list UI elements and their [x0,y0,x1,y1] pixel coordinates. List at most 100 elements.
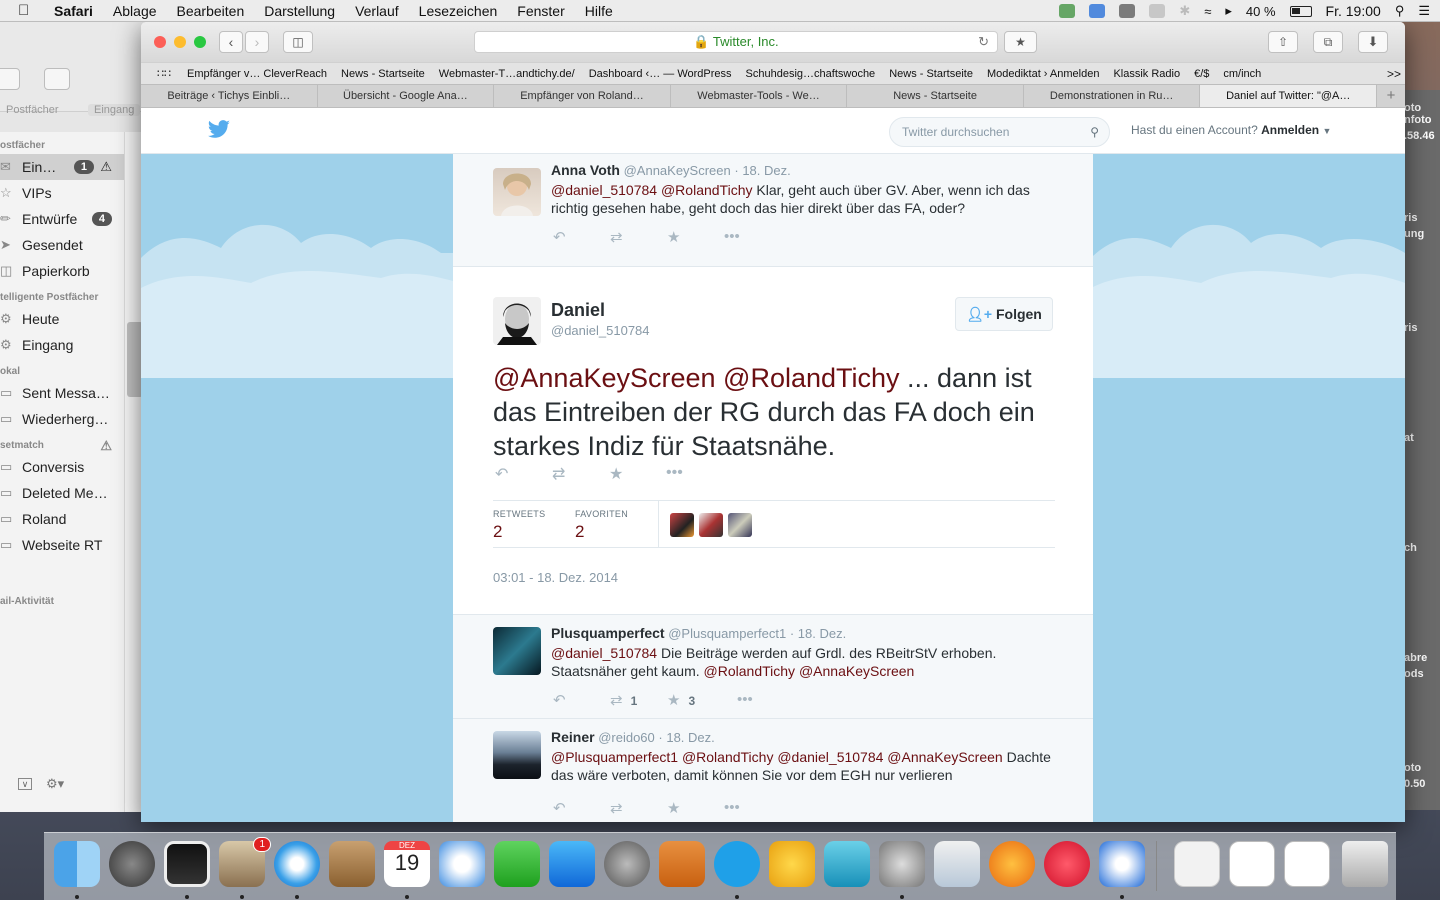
zoom-window-icon[interactable] [194,36,206,48]
mailbox-smart-inbox[interactable]: ⚙ Eingang [0,332,124,358]
mail-get-mail-icon[interactable] [0,68,20,90]
mailbox-sent[interactable]: ➤ Gesendet [0,232,124,258]
new-tab-button[interactable]: + [1377,85,1405,107]
downloads-button[interactable]: ⬇ [1358,31,1388,53]
caret-down-icon[interactable]: ▼ [1322,126,1331,136]
tabs-overview-button[interactable]: ⧉ [1313,31,1343,53]
retweet-icon[interactable]: ⇄ [610,228,667,246]
favorite-icon[interactable]: ★ [667,799,724,817]
mail-icon[interactable]: 1 [219,837,271,887]
battery-icon[interactable] [1289,5,1312,17]
itunes-icon[interactable] [1044,841,1090,887]
bookmark-item[interactable]: Modediktat › Anmelden [987,68,1100,80]
menu-hilfe[interactable]: Hilfe [585,3,613,19]
tweet-mentions[interactable]: @Plusquamperfect1 @RolandTichy @daniel_5… [551,749,1003,765]
avatar[interactable] [493,297,541,345]
download-status-icon[interactable] [1059,4,1076,18]
author-handle[interactable]: @Plusquamperfect1 [668,626,786,641]
author-handle[interactable]: @reido60 [598,730,655,745]
bookmarks-overflow-button[interactable]: >> [1387,67,1401,81]
reply-icon[interactable]: ↶ [495,464,552,484]
tweet-mentions[interactable]: @RolandTichy @AnnaKeyScreen [704,663,915,679]
wifi-icon[interactable]: ≈ [1204,4,1211,19]
reply-icon[interactable]: ↶ [553,799,610,817]
automator-icon[interactable] [879,841,925,887]
apple-menu-icon[interactable]:  [18,2,40,19]
mailbox-webseite[interactable]: ▭ Webseite RT [0,532,124,558]
follow-button[interactable]: 👤︎+ Folgen [955,297,1053,331]
minimize-window-icon[interactable] [174,36,186,48]
bookmark-item[interactable]: Dashboard ‹… — WordPress [589,68,732,80]
mail-add-icon[interactable]: ∨ [18,778,32,790]
bookmark-item[interactable]: Webmaster-T…andtichy.de/ [439,68,575,80]
favoriter-avatar[interactable] [699,513,723,537]
menu-bearbeiten[interactable]: Bearbeiten [177,3,245,19]
author-name[interactable]: Reiner [551,729,595,745]
bookmark-item[interactable]: Empfänger v… CleverReach [187,68,327,80]
gear-icon[interactable]: ⚙▾ [46,776,64,792]
mail-compose-icon[interactable] [44,68,70,90]
close-window-icon[interactable] [154,36,166,48]
skype-status-icon[interactable] [1119,4,1136,18]
mailbox-roland[interactable]: ▭ Roland [0,506,124,532]
favoriter-avatar[interactable] [728,513,752,537]
reply-tweet-plusquamperfect[interactable]: Plusquamperfect @Plusquamperfect1 · 18. … [453,615,1093,719]
system-preferences-icon[interactable] [604,841,650,887]
tab-google-analytics[interactable]: Übersicht - Google Ana… [318,85,495,107]
skype-icon[interactable] [714,841,760,887]
favorite-icon[interactable]: ★ 3 [667,691,737,709]
bookmark-item[interactable]: Klassik Radio [1113,68,1180,80]
menu-lesezeichen[interactable]: Lesezeichen [419,3,498,19]
back-button[interactable]: ‹ [219,31,243,53]
tweet-timestamp[interactable]: 03:01 - 18. Dez. 2014 [493,570,618,585]
retweet-icon[interactable]: ⇄ [610,799,667,817]
author-handle[interactable]: @AnnaKeyScreen [624,163,731,178]
favorite-icon[interactable]: ★ [667,228,724,246]
tweet-date[interactable]: · 18. Dez. [734,163,790,178]
menu-verlauf[interactable]: Verlauf [355,3,399,19]
mail-filter-mailboxes[interactable]: Postfächer [6,104,59,116]
reply-icon[interactable]: ↶ [553,228,610,246]
safari-icon[interactable] [274,841,320,887]
more-icon[interactable]: ••• [724,228,781,246]
time-machine-icon[interactable] [1149,4,1166,18]
tab-beitraege[interactable]: Beiträge ‹ Tichys Einbli… [141,85,318,107]
facetime-icon[interactable] [494,841,540,887]
menu-fenster[interactable]: Fenster [517,3,564,19]
document-icon[interactable] [1174,841,1220,887]
mailbox-today[interactable]: ⚙ Heute [0,306,124,332]
document-icon[interactable] [1229,841,1275,887]
address-bar[interactable]: 🔒 Twitter, Inc. ↻ [474,31,998,53]
more-icon[interactable]: ••• [724,799,781,817]
author-name[interactable]: Daniel [551,300,605,321]
reply-icon[interactable]: ↶ [553,691,610,709]
teamviewer-icon[interactable] [1099,841,1145,887]
reload-icon[interactable]: ↻ [978,32,989,52]
appstore-icon[interactable] [549,841,595,887]
notification-center-icon[interactable]: ☰ [1418,3,1430,19]
calculator-icon[interactable] [659,841,705,887]
tweetdeck-icon[interactable] [439,841,485,887]
search-icon[interactable]: ⚲ [1090,118,1099,146]
favorite-icon[interactable]: ★ [609,464,666,484]
twitter-logo-icon[interactable] [207,120,231,140]
reply-tweet-reiner[interactable]: Reiner @reido60 · 18. Dez. @Plusquamperf… [453,719,1093,822]
tweet-mentions[interactable]: @daniel_510784 [551,645,657,661]
favoriter-avatar[interactable] [670,513,694,537]
preview-icon[interactable] [934,841,980,887]
tab-empfaenger[interactable]: Empfänger von Roland… [494,85,671,107]
retweet-stat[interactable]: RETWEETS 2 [493,509,545,542]
battery-percent[interactable]: 40 % [1246,4,1276,19]
top-sites-icon[interactable]: ∷∷ [157,67,171,80]
favorite-stat[interactable]: FAVORITEN 2 [575,509,628,542]
author-name[interactable]: Plusquamperfect [551,625,665,641]
bookmark-item[interactable]: Schuhdesig…chaftswoche [746,68,876,80]
contacts-icon[interactable] [329,841,375,887]
forward-button[interactable]: › [245,31,269,53]
mailbox-trash[interactable]: ◫ Papierkorb [0,258,124,284]
retweet-icon[interactable]: ⇄ [552,464,609,484]
sidebar-toggle-button[interactable]: ◫ [283,31,313,53]
bookmark-item[interactable]: News - Startseite [341,68,425,80]
calendar-icon[interactable]: DEZ 19 [384,841,430,887]
tab-news[interactable]: News - Startseite [847,85,1024,107]
